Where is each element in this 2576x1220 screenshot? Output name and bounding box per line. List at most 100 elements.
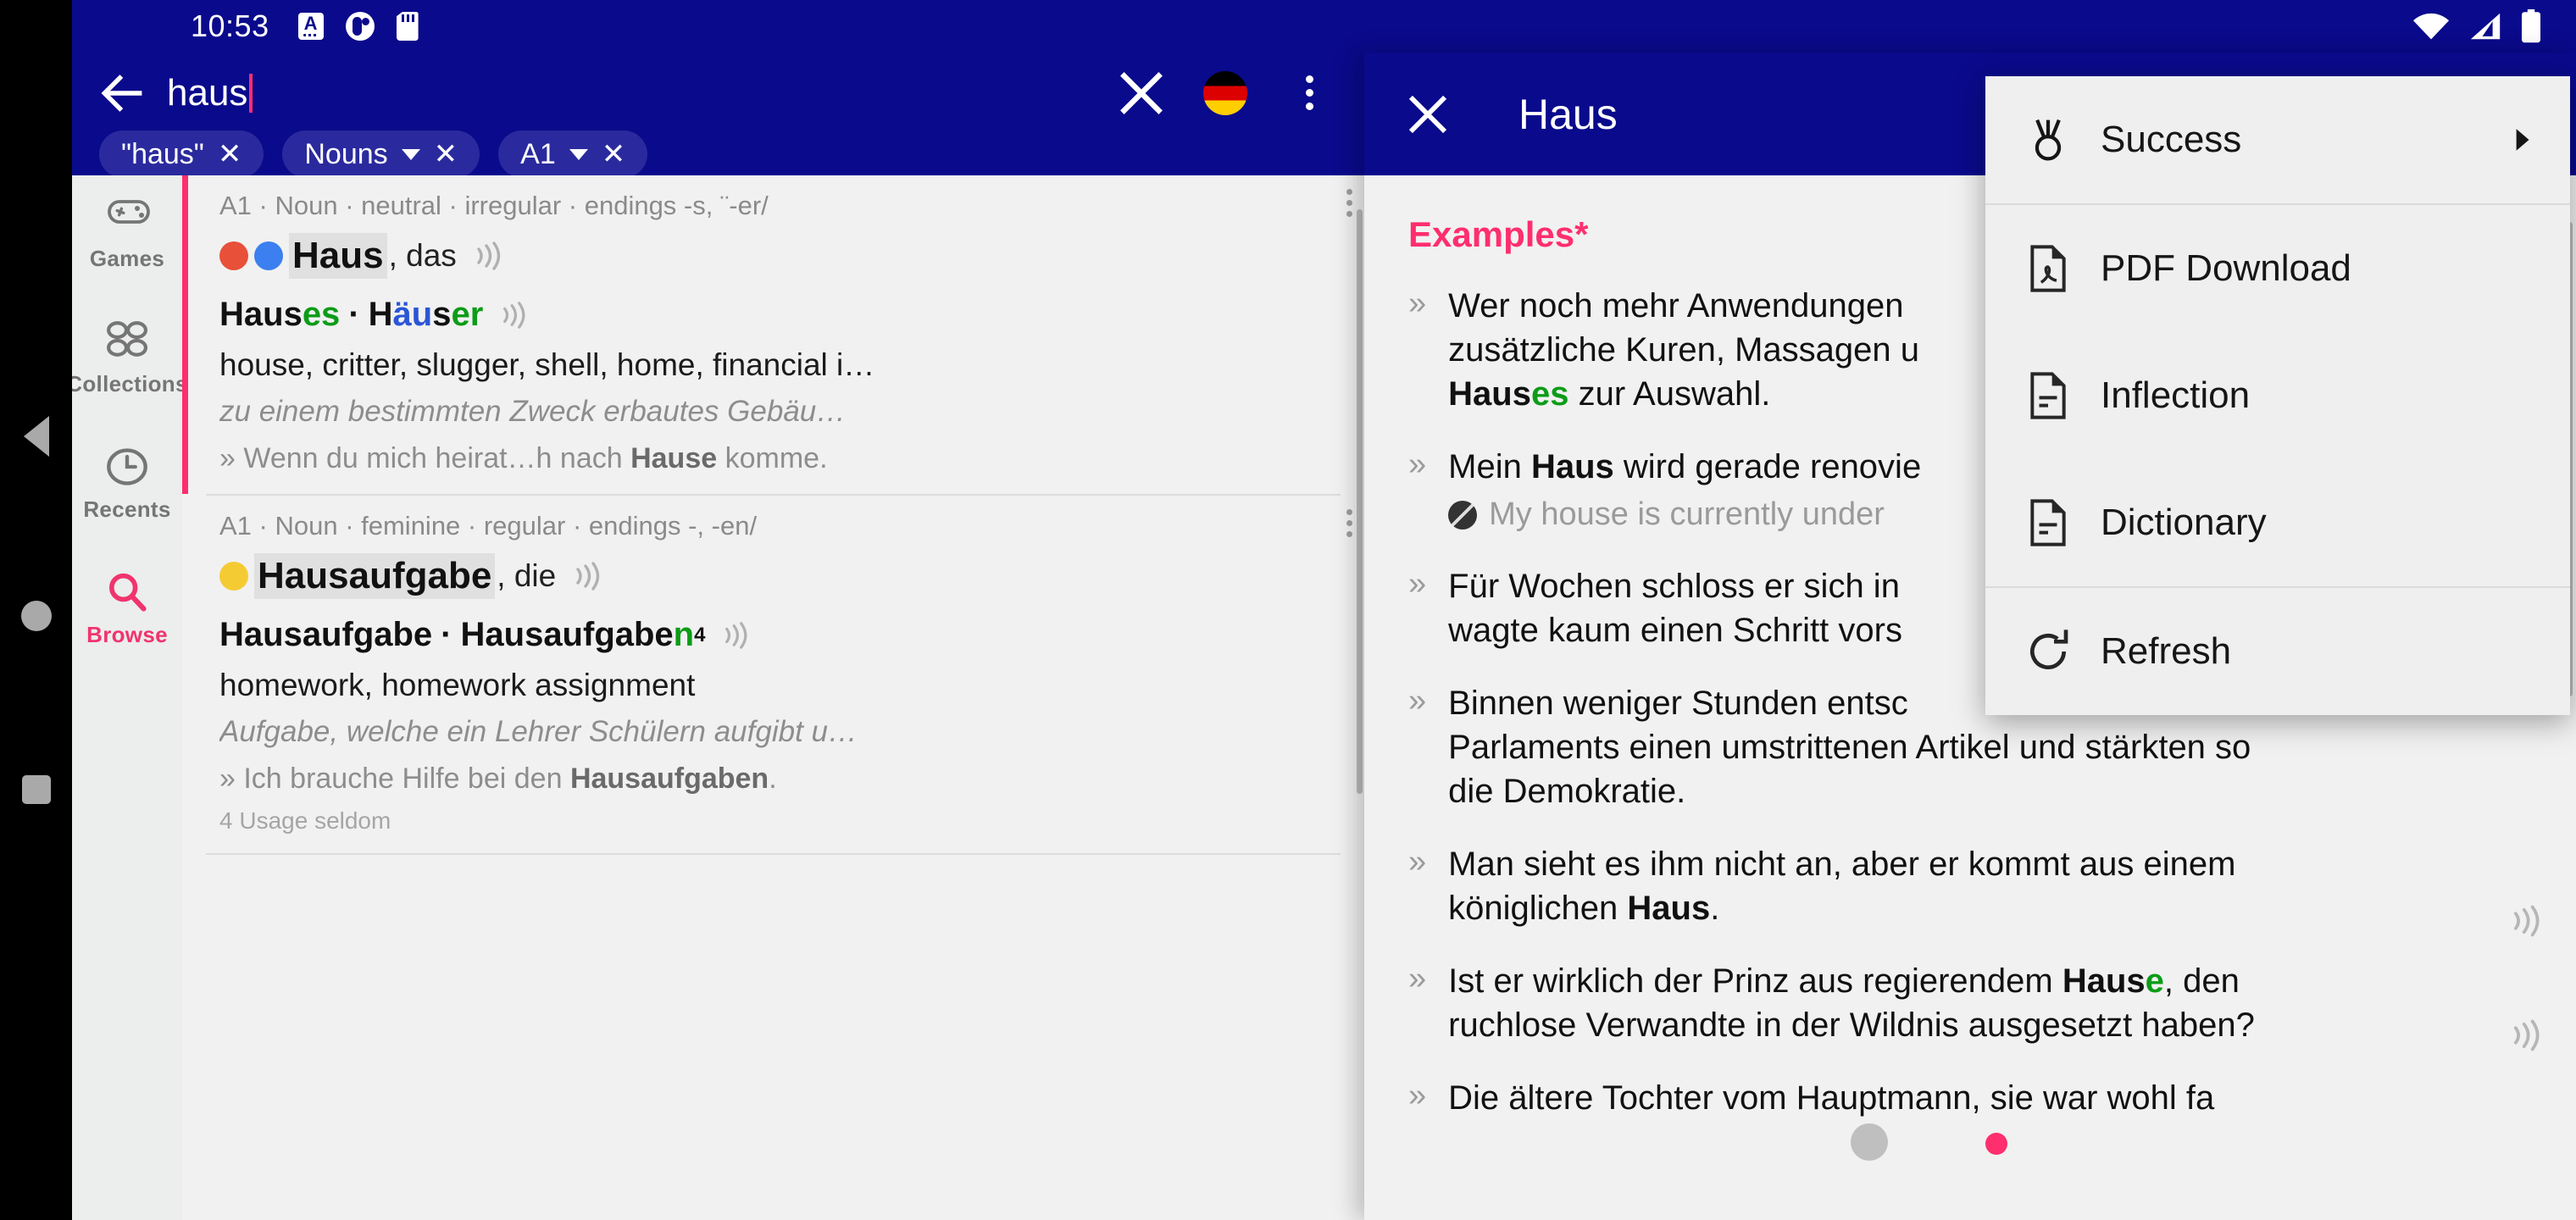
filter-chip-level[interactable]: A1 ✕ [498,130,648,178]
sidebar-label-games: Games [89,246,165,271]
example-line-2: ruchlose Verwandte in der Wildnis ausges… [1448,1006,2255,1045]
sidebar-label-recents: Recents [83,496,171,522]
audio-speaker-icon[interactable] [571,561,605,591]
form-plural-stem-a: H [368,296,393,333]
union-jack-flag-icon [1448,500,1478,530]
audio-speaker-icon[interactable] [498,301,530,330]
back-arrow-icon[interactable] [96,67,148,119]
entry-overflow-icon[interactable] [1346,189,1352,217]
audio-speaker-icon[interactable] [2508,904,2545,938]
menu-item-success[interactable]: Success [1985,76,2570,203]
entry-inflection-forms: Haus es · Häu s er [219,296,1334,334]
form-singular-ending: es [302,296,341,333]
submenu-arrow-icon[interactable] [2507,125,2536,154]
example-line-1: Die ältere Tochter vom Hauptmann, sie wa… [1448,1079,2215,1117]
nav-recents-icon[interactable] [21,775,51,804]
entry-inflection-forms: Hausaufgabe · Hausaufgabe n 4 [219,616,1334,654]
example-bullet: » [1408,566,1427,602]
example-bullet: » [1408,683,1427,719]
example-line-1: Man sieht es ihm nicht an, aber er kommt… [1448,846,2236,884]
filter-chip-nouns[interactable]: Nouns ✕ [282,130,480,178]
entry-definition: zu einem bestimmten Zweck erbautes Gebäu… [219,395,847,428]
sidebar-item-games[interactable]: Games [72,194,182,272]
chip-label: Nouns [304,137,388,170]
example-keyword: Haus [1627,890,1711,928]
document-lines-icon [2023,499,2074,546]
nav-home-icon[interactable] [20,601,52,631]
chip-remove-icon[interactable]: ✕ [602,140,626,169]
example-suffix: komme. [717,442,828,474]
menu-label-pdf-download: PDF Download [2101,247,2351,289]
chip-remove-icon[interactable]: ✕ [434,140,458,169]
form-singular-stem: Hausaufgabe [219,616,433,653]
nav-back-icon[interactable] [23,416,49,457]
example-prefix: » Ich brauche Hilfe bei den [219,762,570,795]
text-caret [249,73,253,113]
menu-item-inflection[interactable]: Inflection [1985,332,2570,459]
chevron-down-icon[interactable] [401,148,420,160]
chip-label: "haus" [121,137,204,170]
chip-remove-icon[interactable]: ✕ [218,140,242,169]
close-icon[interactable] [1402,88,1454,141]
status-right-icons [2412,9,2542,43]
search-icon [105,570,149,614]
example-bullet: » [1408,961,1427,997]
example-bullet: » [1408,844,1427,880]
entry-translations: homework, homework assignment [219,668,696,702]
clear-search-icon[interactable] [1112,64,1171,123]
entry-overflow-icon[interactable] [1346,509,1352,537]
menu-item-dictionary[interactable]: Dictionary [1985,459,2570,586]
results-scrollbar[interactable] [1357,209,1363,794]
search-results-list[interactable]: A1 · Noun · neutral · irregular · ending… [182,175,1364,1220]
example-line-2-post: . [1710,890,1720,928]
chip-label: A1 [520,137,556,170]
audio-speaker-icon[interactable] [720,621,752,650]
example-suffix: . [769,762,777,795]
example-line-3: die Demokratie. [1448,773,1686,811]
example-bullet: » [1408,1078,1427,1114]
menu-label-success: Success [2101,119,2242,160]
example-keyword: Haus [2062,962,2146,1001]
example-text: Die ältere Tochter vom Hauptmann, sie wa… [1448,1076,2214,1120]
example-bullet: » [1408,446,1427,482]
more-options-icon[interactable] [1280,64,1339,123]
example-translation: My house is currently under [1489,496,1885,532]
example-suffix: wird gerade renovie [1613,448,1922,485]
menu-item-refresh[interactable]: Refresh [1985,588,2570,715]
entry-definition: Aufgabe, welche ein Lehrer Schülern aufg… [219,715,858,748]
detail-title: Haus [1518,90,1618,138]
example-suffix: , den [2163,962,2240,1001]
audio-speaker-icon[interactable] [2508,1018,2545,1052]
filter-chip-query[interactable]: "haus" ✕ [99,130,264,178]
example-line-1: Wer noch mehr Anwendungen [1448,287,1904,324]
status-clock: 10:53 [191,8,269,43]
screen-root: 10:53 A haus "haus" ✕ Nouns ✕ A1 ✕ Games… [0,0,2576,1220]
menu-item-pdf-download[interactable]: PDF Download [1985,205,2570,332]
gamepad-icon [105,194,150,238]
marker-dot-blue [254,241,283,270]
german-flag-icon[interactable] [1203,70,1247,115]
form-plural-ending: n [673,616,695,653]
status-bar: 10:53 A [72,0,2576,53]
sidebar-item-browse[interactable]: Browse [72,570,182,648]
sidebar-item-recents[interactable]: Recents [72,445,182,523]
audio-speaker-icon[interactable] [472,241,506,271]
refresh-icon [2023,628,2074,675]
search-input[interactable]: haus [167,72,1112,114]
sd-card-icon [396,12,419,41]
search-app-bar: haus "haus" ✕ Nouns ✕ A1 ✕ [72,53,1364,178]
result-entry-haus[interactable]: A1 · Noun · neutral · irregular · ending… [182,175,1364,494]
example-bold: Hause [630,442,718,474]
example-keyword-ending: es [1530,375,1569,413]
result-entry-hausaufgabe[interactable]: A1 · Noun · feminine · regular · endings… [182,496,1364,853]
chevron-down-icon[interactable] [569,148,588,160]
keyboard-a-icon: A [297,13,324,40]
cellular-signal-icon [2468,11,2503,42]
entry-headword: Haus [289,233,387,279]
example-line-2-pre: königlichen [1448,890,1628,928]
sidebar-item-collections[interactable]: Collections [72,319,187,397]
entry-headword: Hausaufgabe [254,553,496,599]
example-item: » Die ältere Tochter vom Hauptmann, sie … [1408,1076,2576,1120]
entry-article: , die [497,558,557,593]
example-line-2: Parlaments einen umstrittenen Artikel un… [1448,729,2251,767]
